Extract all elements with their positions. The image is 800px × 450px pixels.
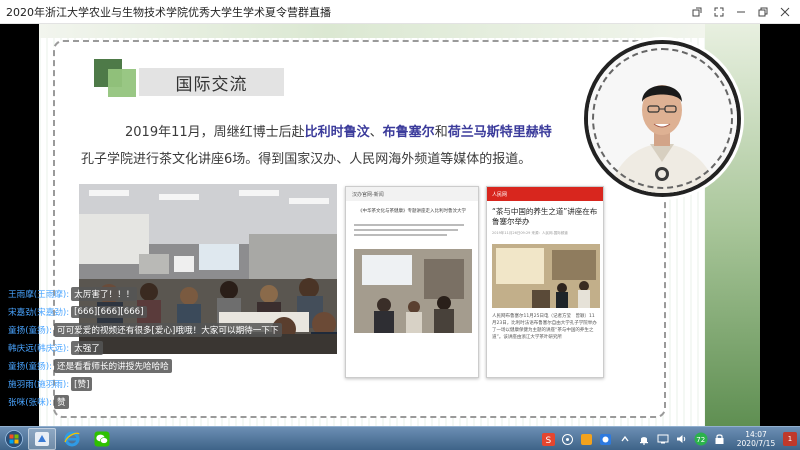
slide-paragraph-line1: 2019年11月，周继红博士后赴比利时鲁汶、布鲁塞尔和荷兰马斯特里赫特	[125, 121, 645, 140]
paragraph-text: 2019年11月，周继红博士后赴	[125, 125, 305, 140]
cloud-tray-icon[interactable]	[598, 432, 613, 447]
chat-message: 宋嘉劲(宋嘉劲): [666][666][666]	[8, 304, 268, 320]
news-photo	[354, 249, 472, 333]
chat-text: 还是看看师长的讲授先哈哈哈	[53, 359, 172, 373]
taskbar-app-ie[interactable]	[58, 428, 86, 450]
news-site-name: 汉办官网-新闻	[352, 191, 384, 198]
news-headline: “茶与中国的养生之道”讲座在布鲁塞尔举办	[492, 207, 598, 226]
news-site-bar: 人民网	[487, 187, 603, 201]
fullscreen-icon[interactable]	[710, 3, 728, 21]
close-icon[interactable]	[776, 3, 794, 21]
sogou-ime-icon[interactable]: S	[541, 432, 556, 447]
popout-icon[interactable]	[688, 3, 706, 21]
network-icon[interactable]	[655, 432, 670, 447]
chat-message: 张咪(张咪): 赞	[8, 394, 268, 410]
presenter-ring-dash	[592, 48, 733, 189]
news-screenshot-hanban: 汉办官网-新闻 《中华茶文化与茶健康》专题讲座走入比利时鲁汶大学	[345, 186, 479, 378]
window-title: 2020年浙江大学农业与生物技术学院优秀大学生学术夏令营群直播	[6, 5, 331, 19]
news-photo	[492, 244, 600, 308]
lock-icon[interactable]	[712, 432, 727, 447]
tray-badge-text: 72	[696, 436, 705, 444]
slide-paragraph-line2: 孔子学院进行茶文化讲座6场。得到国家汉办、人民网海外频道等媒体的报道。	[81, 152, 532, 167]
chat-message: 童扬(童扬): 还是看看师长的讲授先哈哈哈	[8, 358, 268, 374]
news-screenshot-people: 人民网 “茶与中国的养生之道”讲座在布鲁塞尔举办 2019年11月26日09:2…	[486, 186, 604, 378]
news-body: 人民网布鲁塞尔11月25日电（记者方莹 曾颖）11月23日，比利时法语布鲁塞尔自…	[492, 314, 597, 340]
restore-icon[interactable]	[754, 3, 772, 21]
show-hidden-icons-icon[interactable]	[617, 432, 632, 447]
chat-username: 王雨摩(王雨摩):	[8, 290, 70, 300]
paragraph-text: 和	[434, 125, 448, 140]
highlight-place: 荷兰马斯特里赫特	[447, 125, 552, 140]
taskbar-app-wechat[interactable]	[88, 428, 116, 450]
input-mode-icon[interactable]	[560, 432, 575, 447]
chat-message: 童扬(童扬): 可可爱爱的视频还有很多[爱心]哦哦！大家可以期待一下下	[8, 322, 282, 338]
slide-heading: 国际交流	[175, 74, 248, 95]
chat-username: 张咪(张咪):	[8, 398, 52, 408]
chat-message: 施羽雨(施羽雨): [赞]	[8, 376, 268, 392]
tray-green-badge[interactable]: 72	[693, 432, 708, 447]
clock-time: 14:07	[745, 430, 767, 439]
window-controls	[688, 3, 794, 21]
clock-date: 2020/7/15	[736, 439, 776, 448]
chat-text: 赞	[53, 395, 69, 409]
live-stream-window: 2020年浙江大学农业与生物技术学院优秀大学生学术夏令营群直播 国际交流 201…	[0, 0, 800, 450]
internet-explorer-icon	[64, 431, 80, 446]
taskbar-clock[interactable]: 14:07 2020/7/15	[729, 430, 783, 448]
windows-taskbar: S 72 14:07 2020/7/15 1	[0, 426, 800, 450]
notification-bell-icon[interactable]	[636, 432, 651, 447]
chat-message: 王雨摩(王雨摩): 太厉害了！！！	[8, 286, 268, 302]
taskbar-app-stream[interactable]	[28, 427, 56, 450]
news-meta: 2019年11月26日09:29 来源：人民网-国际频道	[492, 231, 568, 235]
news-headline: 《中华茶文化与茶健康》专题讲座走入比利时鲁汶大学	[358, 209, 466, 214]
chat-text: 可可爱爱的视频还有很多[爱心]哦哦！大家可以期待一下下	[53, 323, 282, 337]
title-bar: 2020年浙江大学农业与生物技术学院优秀大学生学术夏令营群直播	[0, 0, 800, 24]
notification-count-badge[interactable]: 1	[783, 432, 797, 446]
title-decor-square-light	[108, 69, 136, 97]
slide-heading-banner: 国际交流	[139, 68, 284, 96]
chat-username: 韩庆远(韩庆远):	[8, 344, 70, 354]
chat-username: 施羽雨(施羽雨):	[8, 380, 70, 390]
news-photo-caption: ​	[346, 337, 478, 342]
chat-username: 童扬(童扬):	[8, 362, 52, 372]
app-tray-icon[interactable]	[579, 432, 594, 447]
minimize-icon[interactable]	[732, 3, 750, 21]
slide-top-decoration	[39, 24, 760, 38]
chat-text: 太厉害了！！！	[71, 287, 138, 301]
volume-icon[interactable]	[674, 432, 689, 447]
windows-logo-icon	[5, 429, 23, 448]
chat-username: 宋嘉劲(宋嘉劲):	[8, 308, 70, 318]
presenter-camera	[584, 40, 741, 197]
chat-username: 童扬(童扬):	[8, 326, 52, 336]
news-body-lines	[346, 217, 478, 243]
system-tray: S 72 14:07 2020/7/15 1	[539, 427, 800, 450]
chat-message: 韩庆远(韩庆远): 太强了	[8, 340, 268, 356]
notification-count: 1	[787, 435, 793, 443]
start-button[interactable]	[2, 428, 26, 450]
chat-feed: 王雨摩(王雨摩): 太厉害了！！！ 宋嘉劲(宋嘉劲): [666][666][666…	[8, 286, 282, 412]
highlight-place: 布鲁塞尔	[382, 125, 435, 140]
highlight-place: 比利时鲁汶	[304, 125, 370, 140]
chat-text: [赞]	[71, 377, 93, 391]
news-site-name: 人民网	[492, 191, 508, 198]
wechat-icon	[94, 431, 110, 446]
chat-text: 太强了	[71, 341, 103, 355]
news-site-bar: 汉办官网-新闻	[346, 187, 478, 201]
video-area[interactable]: 国际交流 2019年11月，周继红博士后赴比利时鲁汶、布鲁塞尔和荷兰马斯特里赫特…	[0, 24, 800, 426]
chat-text: [666][666][666]	[71, 306, 147, 318]
paragraph-sep: 、	[369, 125, 383, 140]
stream-app-icon	[35, 431, 49, 446]
svg-text:S: S	[546, 436, 552, 446]
